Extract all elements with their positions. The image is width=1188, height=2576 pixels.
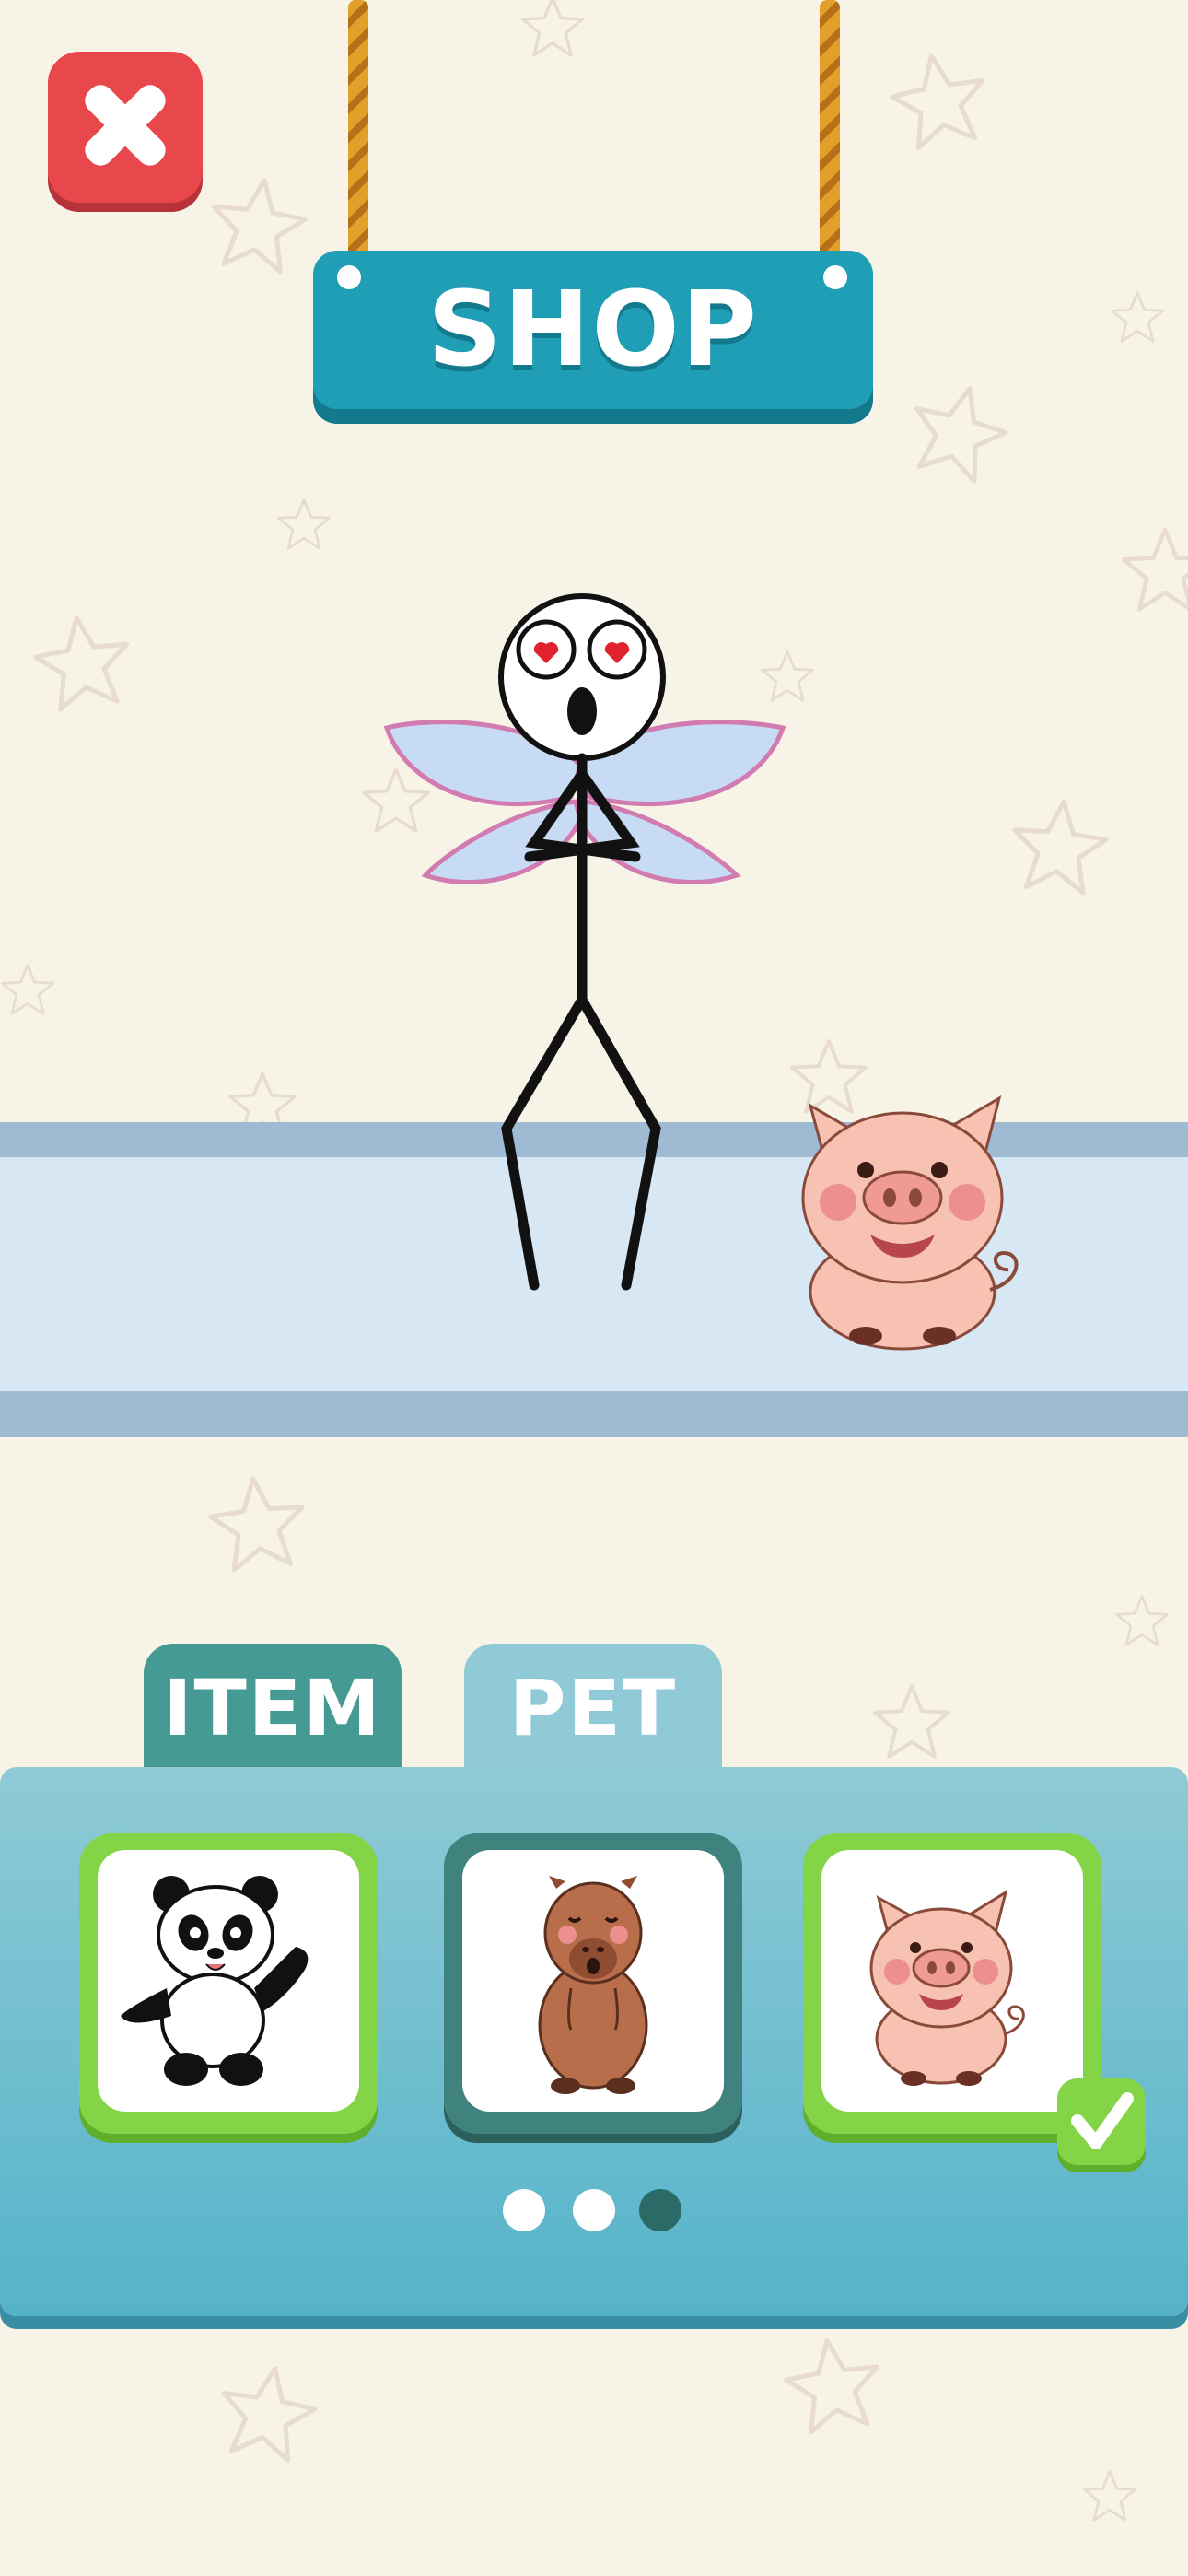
sign-rope-right: [820, 0, 840, 269]
preview-pet-pig: [801, 1095, 1019, 1351]
sign-rope-left: [348, 0, 368, 269]
tab-item[interactable]: ITEM: [144, 1644, 402, 1773]
equipped-badge: [1057, 2078, 1146, 2165]
capybara-icon: [538, 1876, 648, 2094]
pet-card-capybara-background: [462, 1850, 724, 2112]
stage-bottom-border: [0, 1391, 1188, 1437]
page-title: SHOP: [427, 270, 759, 390]
tab-pet-label: PET: [508, 1663, 678, 1753]
pet-card-panda-background: [98, 1850, 359, 2112]
page-dot-1[interactable]: [503, 2189, 545, 2231]
pet-card-capybara[interactable]: [444, 1833, 742, 2134]
page-dot-2[interactable]: [573, 2189, 615, 2231]
close-x-icon: [85, 85, 166, 166]
page-dot-3-active[interactable]: [639, 2189, 681, 2231]
stickman-character: [383, 593, 786, 1291]
checkmark-icon: [1071, 2092, 1134, 2149]
tab-item-label: ITEM: [163, 1663, 382, 1753]
pet-card-panda[interactable]: [79, 1833, 378, 2134]
pet-card-pig-background: [821, 1850, 1083, 2112]
panda-icon: [121, 1876, 309, 2086]
close-button[interactable]: [48, 52, 203, 203]
pig-icon: [869, 1889, 1025, 2086]
tab-pet[interactable]: PET: [464, 1644, 722, 1773]
shop-sign: SHOP: [313, 251, 873, 409]
